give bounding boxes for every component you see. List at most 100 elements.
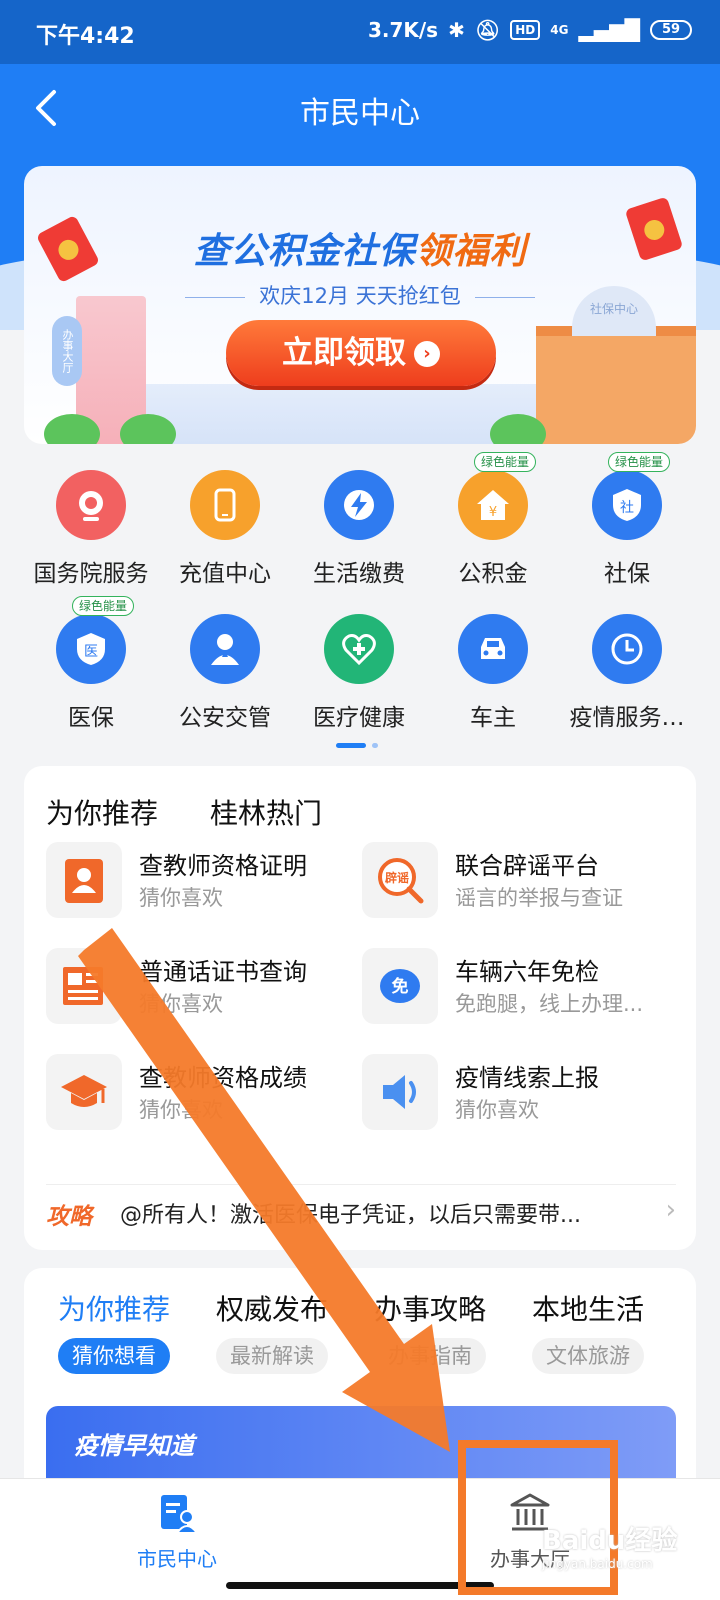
service-item[interactable]: 社社保 绿色能量 (560, 452, 694, 590)
service-icon-circle: ¥ (458, 470, 528, 540)
shield-she-icon: 社 (613, 489, 641, 521)
service-item[interactable]: 国务院服务 (24, 470, 158, 590)
strategy-tag: 攻略 (46, 1204, 92, 1230)
recommend-icon-box: 免 (362, 948, 438, 1024)
service-icon-circle (458, 614, 528, 684)
feed-tab-guide[interactable]: 办事攻略 (374, 1288, 486, 1328)
recommend-icon-box: 辟谣 (362, 842, 438, 918)
epidemic-banner-title: 疫情早知道 (74, 1432, 194, 1460)
feed-tab-local[interactable]: 本地生活 (532, 1288, 644, 1328)
tab-label: 市民中心 (137, 1547, 217, 1571)
recommend-item[interactable]: 查教师资格成绩 猜你喜欢 (24, 1054, 342, 1144)
service-item[interactable]: 医疗健康 (292, 614, 426, 734)
recommend-title: 车辆六年免检 (455, 958, 599, 986)
service-label: 公安交管 (179, 705, 271, 731)
tab-recommend[interactable]: 为你推荐 (46, 792, 158, 832)
promo-banner[interactable]: 办事大厅 社保中心 查公积金社保领福利 欢庆12月 天天抢红包 立即领取 › (24, 166, 696, 444)
service-item[interactable]: 充值中心 (158, 470, 292, 590)
speaker-icon (383, 1075, 416, 1109)
service-item[interactable]: 公安交管 (158, 614, 292, 734)
lightning-icon (344, 490, 374, 520)
recommend-item[interactable]: 辟谣 联合辟谣平台 谣言的举报与查证 (340, 842, 658, 932)
svg-text:辟谣: 辟谣 (385, 870, 409, 885)
service-label: 公积金 (458, 561, 528, 587)
service-label: 医疗健康 (313, 705, 405, 731)
service-icon-circle (190, 470, 260, 540)
tab-citizen-center[interactable]: 市民中心 (77, 1491, 277, 1572)
recommend-icon-box (362, 1054, 438, 1130)
recommend-item[interactable]: 查教师资格证明 猜你喜欢 (24, 842, 342, 932)
service-item[interactable]: 车主 (426, 614, 560, 734)
feed-subtab-guide[interactable]: 办事指南 (374, 1338, 486, 1374)
recommend-icon-box (46, 1054, 122, 1130)
service-icon-circle: 医 (56, 614, 126, 684)
feed-subtab-culture[interactable]: 文体旅游 (532, 1338, 644, 1374)
graduation-cap-icon (61, 1075, 107, 1107)
hd-badge: HD (510, 20, 541, 40)
watermark: Baidu经验 jingyan.baidu.com (542, 1520, 720, 1600)
claim-now-button[interactable]: 立即领取 › (226, 320, 496, 386)
watermark-brand: Baidu经验 (542, 1526, 678, 1556)
battery-icon: 59 (650, 20, 692, 40)
service-icon-circle (592, 614, 662, 684)
bluetooth-icon: ✱ (448, 18, 465, 42)
banner-subtitle: 欢庆12月 天天抢红包 (24, 280, 696, 310)
free-check-icon: 免 (380, 969, 420, 1003)
status-bar: 下午4:42 3.7K/s ✱ 🔕︎ HD 4G ▂▄▆█ 59 (0, 0, 720, 64)
page-dot (372, 743, 378, 748)
city-skyline (124, 384, 536, 444)
feed-subtab-latest[interactable]: 最新解读 (216, 1338, 328, 1374)
strategy-row[interactable]: 攻略 @所有人！激活医保电子凭证，以后只需要带... › (46, 1184, 676, 1230)
service-item[interactable]: ¥ 公积金 绿色能量 (426, 452, 560, 590)
nav-bar: 市民中心 (0, 64, 720, 156)
feed-subtab-guess[interactable]: 猜你想看 (58, 1338, 170, 1374)
feed-tab-recommend[interactable]: 为你推荐 (58, 1288, 170, 1328)
service-icon-circle (56, 470, 126, 540)
recommend-title: 查教师资格证明 (139, 852, 307, 880)
chevron-right-icon: › (665, 1195, 676, 1225)
service-label: 社保 (604, 561, 650, 587)
service-label: 疫情服务… (569, 705, 685, 731)
recommend-item[interactable]: 疫情线索上报 猜你喜欢 (340, 1054, 658, 1144)
chevron-right-icon: › (414, 341, 440, 367)
service-icon-circle (324, 614, 394, 684)
shield-yi-icon: 医 (77, 633, 105, 665)
recommend-item[interactable]: 免 车辆六年免检免跑腿，线上办理... (340, 948, 658, 1038)
service-label: 车主 (470, 705, 516, 731)
citizen-doc-icon (161, 1495, 199, 1534)
feed-tab-official[interactable]: 权威发布 (216, 1288, 328, 1328)
recommend-card: 为你推荐 桂林热门 查教师资格证明 猜你喜欢 辟谣 联合辟谣平台 谣言的举报与查证 普通话… (24, 766, 696, 1250)
recommend-item[interactable]: 普通话证书查询 猜你喜欢 (24, 948, 342, 1038)
newspaper-icon (63, 967, 103, 1005)
recommend-subtitle: 谣言的举报与查证 (455, 886, 623, 910)
svg-text:¥: ¥ (489, 505, 497, 520)
service-label: 生活缴费 (313, 561, 405, 587)
recommend-title: 查教师资格成绩 (139, 1064, 307, 1092)
strategy-text: @所有人！激活医保电子凭证，以后只需要带... (120, 1203, 581, 1228)
svg-text:免: 免 (392, 976, 409, 997)
tab-guilin-hot[interactable]: 桂林热门 (210, 792, 322, 832)
service-label: 充值中心 (179, 561, 271, 587)
service-label: 医保 (68, 705, 114, 731)
service-icon-circle: 社 (592, 470, 662, 540)
phone-icon (214, 488, 236, 522)
service-item[interactable]: 医医保 绿色能量 (24, 596, 158, 734)
mute-bell-icon: 🔕︎ (474, 18, 501, 42)
signal-icon: ▂▄▆█ (578, 18, 640, 42)
green-energy-tag: 绿色能量 (72, 596, 135, 616)
service-item[interactable]: 生活缴费 (292, 470, 426, 590)
recommend-subtitle: 免跑腿，线上办理... (455, 992, 644, 1016)
service-item[interactable]: 疫情服务… (560, 614, 694, 734)
page-title: 市民中心 (300, 96, 420, 131)
status-time: 下午4:42 (36, 24, 135, 49)
police-icon (211, 634, 239, 665)
network-speed: 3.7K/s (367, 18, 439, 42)
service-icon-circle (190, 614, 260, 684)
home-indicator[interactable] (226, 1582, 494, 1589)
recommend-title: 普通话证书查询 (139, 958, 307, 986)
rumor-search-icon: 辟谣 (378, 858, 424, 904)
clock-icon (611, 633, 643, 665)
left-building-sign: 办事大厅 (52, 316, 82, 386)
green-energy-tag: 绿色能量 (608, 452, 671, 472)
recommend-subtitle: 猜你喜欢 (455, 1098, 539, 1122)
